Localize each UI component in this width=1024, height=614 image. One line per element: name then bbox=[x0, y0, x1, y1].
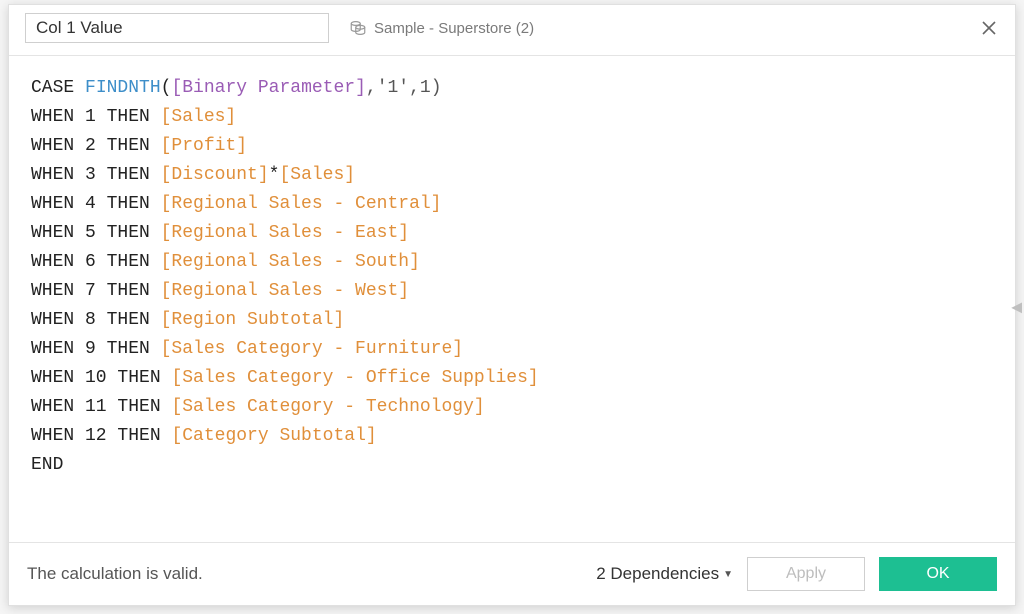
dialog-footer: The calculation is valid. 2 Dependencies… bbox=[9, 542, 1015, 605]
dependencies-label: 2 Dependencies bbox=[596, 564, 719, 584]
calculated-field-dialog: Sample - Superstore (2) CASE FINDNTH([Bi… bbox=[8, 4, 1016, 606]
datasource-label: Sample - Superstore (2) bbox=[374, 20, 534, 37]
dialog-header: Sample - Superstore (2) bbox=[9, 5, 1015, 56]
datasource-selector[interactable]: Sample - Superstore (2) bbox=[349, 19, 534, 37]
formula-editor[interactable]: CASE FINDNTH([Binary Parameter],'1',1) W… bbox=[9, 56, 1015, 542]
ok-button[interactable]: OK bbox=[879, 557, 997, 591]
close-button[interactable] bbox=[979, 18, 999, 38]
datasource-icon bbox=[349, 19, 367, 37]
caret-down-icon: ▼ bbox=[723, 569, 733, 580]
calc-name-input[interactable] bbox=[25, 13, 329, 43]
apply-button: Apply bbox=[747, 557, 865, 591]
validation-status: The calculation is valid. bbox=[27, 564, 203, 584]
dependencies-dropdown[interactable]: 2 Dependencies ▼ bbox=[596, 564, 733, 584]
expand-handle[interactable]: ◀ bbox=[1009, 295, 1024, 320]
